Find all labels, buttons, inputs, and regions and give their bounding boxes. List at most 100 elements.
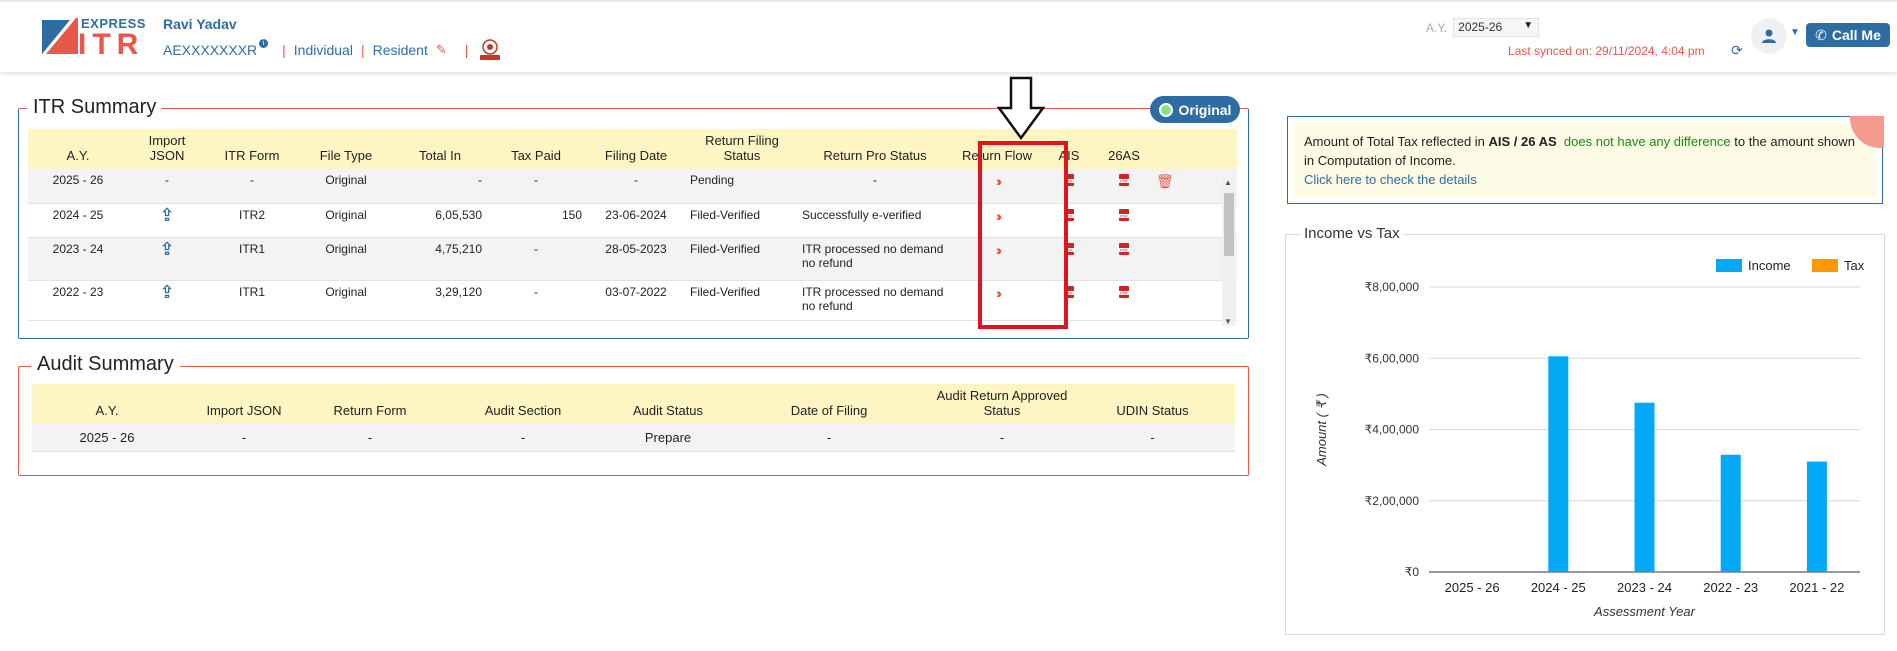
separator: | xyxy=(282,42,286,58)
upload-icon[interactable]: ⇪ xyxy=(159,205,174,225)
express-itr-logo[interactable]: EXPRESS ITR xyxy=(40,16,145,61)
check-details-link[interactable]: Click here to check the details xyxy=(1304,172,1477,187)
trash-icon[interactable]: 🗑 xyxy=(1156,173,1174,190)
col-total-in: Total In xyxy=(394,129,486,169)
ay-label: A.Y. xyxy=(1426,20,1448,35)
scroll-thumb[interactable] xyxy=(1224,193,1234,256)
info-icon[interactable]: i xyxy=(259,38,269,48)
audit-summary-title: Audit Summary xyxy=(31,353,180,376)
legend-swatch xyxy=(1812,259,1838,272)
y-tick-label: ₹8,00,000 xyxy=(1365,280,1420,294)
income-bar xyxy=(1634,402,1655,572)
cell-import: - xyxy=(128,169,206,204)
cell-status: Filed-Verified xyxy=(686,280,798,321)
cell-total: 4,75,210 xyxy=(394,237,486,281)
audit-summary-table: A.Y. Import JSON Return Form Audit Secti… xyxy=(32,384,1235,452)
pdf-icon[interactable]: PDF xyxy=(1117,208,1131,222)
cell-total: - xyxy=(394,169,486,204)
col-filing-date: Filing Date xyxy=(586,129,686,169)
ay-dropdown[interactable]: 2025-26 ▼ xyxy=(1453,18,1540,37)
pdf-icon[interactable]: PDF xyxy=(1117,173,1131,187)
down-arrow-annotation-icon xyxy=(997,76,1045,140)
cell-status-link[interactable]: Pending xyxy=(686,169,798,204)
col-ay: A.Y. xyxy=(32,384,182,424)
col-file-type: File Type xyxy=(298,129,394,169)
col-audit-return-approved: Audit Return Approved Status xyxy=(934,384,1070,424)
table-row: 2025 - 26 - - - Prepare - - - xyxy=(32,424,1235,452)
col-26as: 26AS xyxy=(1096,129,1152,169)
income-bar xyxy=(1806,461,1827,572)
cell-tax: - xyxy=(486,237,586,281)
y-tick-label: ₹6,00,000 xyxy=(1365,351,1420,365)
cell-pro-status: - xyxy=(798,169,952,204)
taxpayer-status: Individual xyxy=(293,42,353,58)
cell-status: Filed-Verified xyxy=(686,203,798,238)
user-details: AEXXXXXXXR i | Individual | Resident ✎ | xyxy=(163,38,504,62)
table-header-row: A.Y. Import JSON Return Form Audit Secti… xyxy=(32,384,1235,424)
user-avatar[interactable] xyxy=(1751,18,1787,54)
cell-tax: - xyxy=(486,280,586,321)
user-icon xyxy=(1762,29,1776,43)
audit-prepare-link[interactable]: Prepare xyxy=(612,424,724,452)
chevron-down-icon: ▼ xyxy=(1523,20,1534,31)
cell-form-link[interactable]: ITR2 xyxy=(206,203,298,238)
original-badge-label: Original xyxy=(1178,101,1232,118)
emblem-icon[interactable] xyxy=(476,38,504,62)
chart-title: Income vs Tax xyxy=(1301,225,1403,242)
chevron-down-icon[interactable]: ▼ xyxy=(1790,27,1800,38)
col-tax-paid: Tax Paid xyxy=(486,129,586,169)
col-import-json: Import JSON xyxy=(128,129,206,169)
pencil-icon[interactable]: ✎ xyxy=(436,42,447,58)
svg-text:PDF: PDF xyxy=(1120,290,1129,295)
legend-label: Tax xyxy=(1844,258,1865,273)
cell-form-link[interactable]: ITR1 xyxy=(206,237,298,281)
x-tick-label: 2025 - 26 xyxy=(1445,580,1500,595)
sync-icon[interactable]: ⟳ xyxy=(1731,42,1743,59)
separator: | xyxy=(464,42,469,58)
pan-number: AEXXXXXXXR xyxy=(163,42,258,58)
cell-import: ⇪ xyxy=(128,237,206,281)
call-me-button[interactable]: ✆ Call Me xyxy=(1806,23,1890,47)
cell-date: 23-06-2024 xyxy=(586,203,686,238)
scroll-down-icon[interactable]: ▼ xyxy=(1224,317,1232,326)
pdf-icon[interactable]: PDF xyxy=(1117,242,1131,256)
cell-form-link[interactable]: ITR1 xyxy=(206,280,298,321)
cell-26as: PDF xyxy=(1096,280,1152,321)
separator: | xyxy=(360,42,365,58)
income-bar xyxy=(1548,356,1569,572)
cell-ay: 2024 - 25 xyxy=(28,203,128,238)
logo-text-main: ITR xyxy=(78,28,145,61)
x-tick-label: 2022 - 23 xyxy=(1703,580,1758,595)
y-tick-label: ₹2,00,000 xyxy=(1365,494,1420,508)
toggle-dot-icon xyxy=(1158,102,1173,117)
phone-icon: ✆ xyxy=(1815,26,1827,43)
ais-notice-text: Amount of Total Tax reflected in AIS / 2… xyxy=(1294,123,1876,197)
scroll-up-icon[interactable]: ▲ xyxy=(1224,178,1232,187)
cell-type: Original xyxy=(298,237,394,281)
original-badge[interactable]: Original xyxy=(1150,96,1240,123)
cell-type: Original xyxy=(298,203,394,238)
income-vs-tax-chart: ₹0 ₹2,00,000 ₹4,00,000 ₹6,00,000 ₹8,00,000 20… xyxy=(1285,234,1885,635)
cell-date: 03-07-2022 xyxy=(586,280,686,321)
col-audit-section: Audit Section xyxy=(434,384,612,424)
cell-date: - xyxy=(586,169,686,204)
col-return-form: Return Form xyxy=(306,384,434,424)
user-name: Ravi Yadav xyxy=(163,16,237,32)
cell-import: ⇪ xyxy=(128,203,206,238)
ais-text-bold: AIS / 26 AS xyxy=(1488,134,1557,149)
col-audit-status: Audit Status xyxy=(612,384,724,424)
cell-udin: - xyxy=(1070,424,1235,452)
cell-date: 28-05-2023 xyxy=(586,237,686,281)
ais-text-pre: Amount of Total Tax reflected in xyxy=(1304,134,1489,149)
last-synced-text: Last synced on: 29/11/2024, 4:04 pm xyxy=(1508,44,1705,58)
cell-26as: PDF xyxy=(1096,237,1152,281)
pdf-icon[interactable]: PDF xyxy=(1117,285,1131,299)
col-import-json: Import JSON xyxy=(182,384,306,424)
cell-date: - xyxy=(724,424,934,452)
table-scrollbar[interactable]: ▲ ▼ xyxy=(1222,178,1236,326)
x-axis-label: Assessment Year xyxy=(1593,604,1696,619)
upload-icon[interactable]: ⇪ xyxy=(159,239,174,259)
svg-text:PDF: PDF xyxy=(1120,247,1129,252)
cell-ay: 2023 - 24 xyxy=(28,237,128,281)
upload-icon[interactable]: ⇪ xyxy=(159,282,174,302)
